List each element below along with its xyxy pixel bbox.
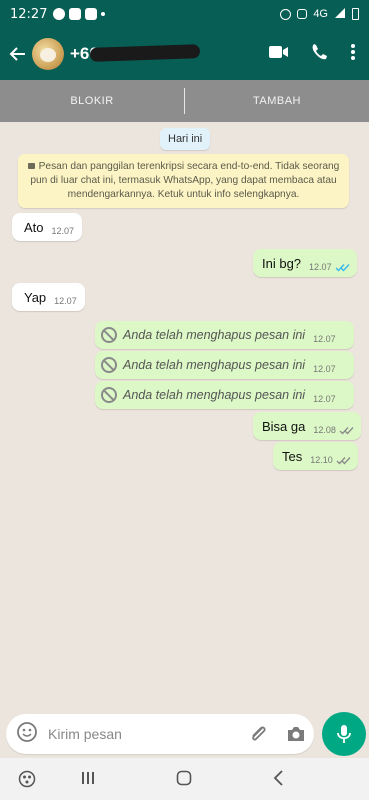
- recent-apps-icon[interactable]: [80, 770, 96, 791]
- app-notification-icon: [85, 8, 98, 20]
- unknown-contact-bar: BLOKIR TAMBAH: [0, 80, 369, 122]
- message-time: 12.07: [313, 364, 336, 374]
- alarm-icon: [280, 8, 292, 20]
- message-time: 12.10: [310, 455, 333, 465]
- status-time: 12:27: [10, 6, 48, 22]
- emoji-icon[interactable]: [16, 721, 38, 748]
- message-bubble-outgoing[interactable]: Bisa ga 12.08: [253, 412, 361, 440]
- message-time: 12.07: [313, 394, 336, 404]
- facebook-notification-icon: [53, 8, 66, 20]
- status-bar: 12:27 4G: [0, 0, 369, 28]
- more-options-icon[interactable]: [351, 43, 355, 65]
- chat-area[interactable]: Hari ini Pesan dan panggilan terenkripsi…: [0, 122, 369, 712]
- deleted-message-icon: [101, 357, 117, 373]
- voice-call-icon[interactable]: [311, 43, 329, 66]
- read-ticks-icon: [335, 263, 351, 272]
- youtube-notification-icon: [69, 8, 82, 20]
- battery-icon: [352, 8, 359, 20]
- message-time: 12.07: [54, 296, 77, 306]
- message-input[interactable]: [48, 726, 228, 742]
- block-button[interactable]: BLOKIR: [0, 95, 184, 107]
- add-contact-button[interactable]: TAMBAH: [185, 95, 369, 107]
- message-time: 12.07: [313, 334, 336, 344]
- composer-bar: [0, 712, 369, 756]
- delivered-ticks-icon: [336, 456, 352, 465]
- attach-icon[interactable]: [248, 724, 268, 749]
- back-arrow-icon[interactable]: [6, 45, 30, 63]
- date-chip: Hari ini: [160, 128, 211, 150]
- assistant-icon[interactable]: [18, 770, 36, 793]
- deleted-message-bubble[interactable]: Anda telah menghapus pesan ini 12.07: [95, 351, 354, 379]
- deleted-message-bubble[interactable]: Anda telah menghapus pesan ini 12.07: [95, 321, 354, 349]
- more-notifications-icon: [101, 12, 106, 16]
- avatar[interactable]: [32, 38, 64, 70]
- video-call-icon[interactable]: [269, 45, 289, 64]
- message-bubble-incoming[interactable]: Ato 12.07: [12, 213, 83, 241]
- contact-name[interactable]: +60 13: [70, 44, 201, 64]
- chat-header: +60 13: [0, 28, 369, 80]
- back-icon[interactable]: [272, 770, 286, 791]
- message-time: 12.08: [313, 425, 336, 435]
- deleted-message-bubble[interactable]: Anda telah menghapus pesan ini 12.07: [95, 381, 354, 409]
- message-time: 12.07: [309, 262, 332, 272]
- deleted-message-icon: [101, 327, 117, 343]
- camera-icon[interactable]: [286, 725, 306, 748]
- message-bubble-outgoing[interactable]: Ini bg? 12.07: [253, 249, 357, 277]
- mic-button[interactable]: [322, 712, 366, 756]
- signal-icon: [334, 7, 346, 22]
- message-bubble-outgoing[interactable]: Tes 12.10: [273, 442, 358, 470]
- delivered-ticks-icon: [339, 426, 355, 435]
- mute-icon: [297, 9, 308, 19]
- encryption-notice[interactable]: Pesan dan panggilan terenkripsi secara e…: [18, 154, 349, 208]
- system-nav-bar: [0, 758, 369, 800]
- message-time: 12.07: [51, 226, 75, 236]
- network-type: 4G: [313, 8, 328, 20]
- deleted-message-icon: [101, 387, 117, 403]
- message-field: [6, 714, 314, 754]
- message-bubble-incoming[interactable]: Yap 12.07: [12, 283, 85, 311]
- redaction-scribble: [89, 44, 201, 62]
- home-icon[interactable]: [176, 770, 192, 791]
- lock-icon: [27, 163, 35, 169]
- mic-icon: [337, 725, 351, 743]
